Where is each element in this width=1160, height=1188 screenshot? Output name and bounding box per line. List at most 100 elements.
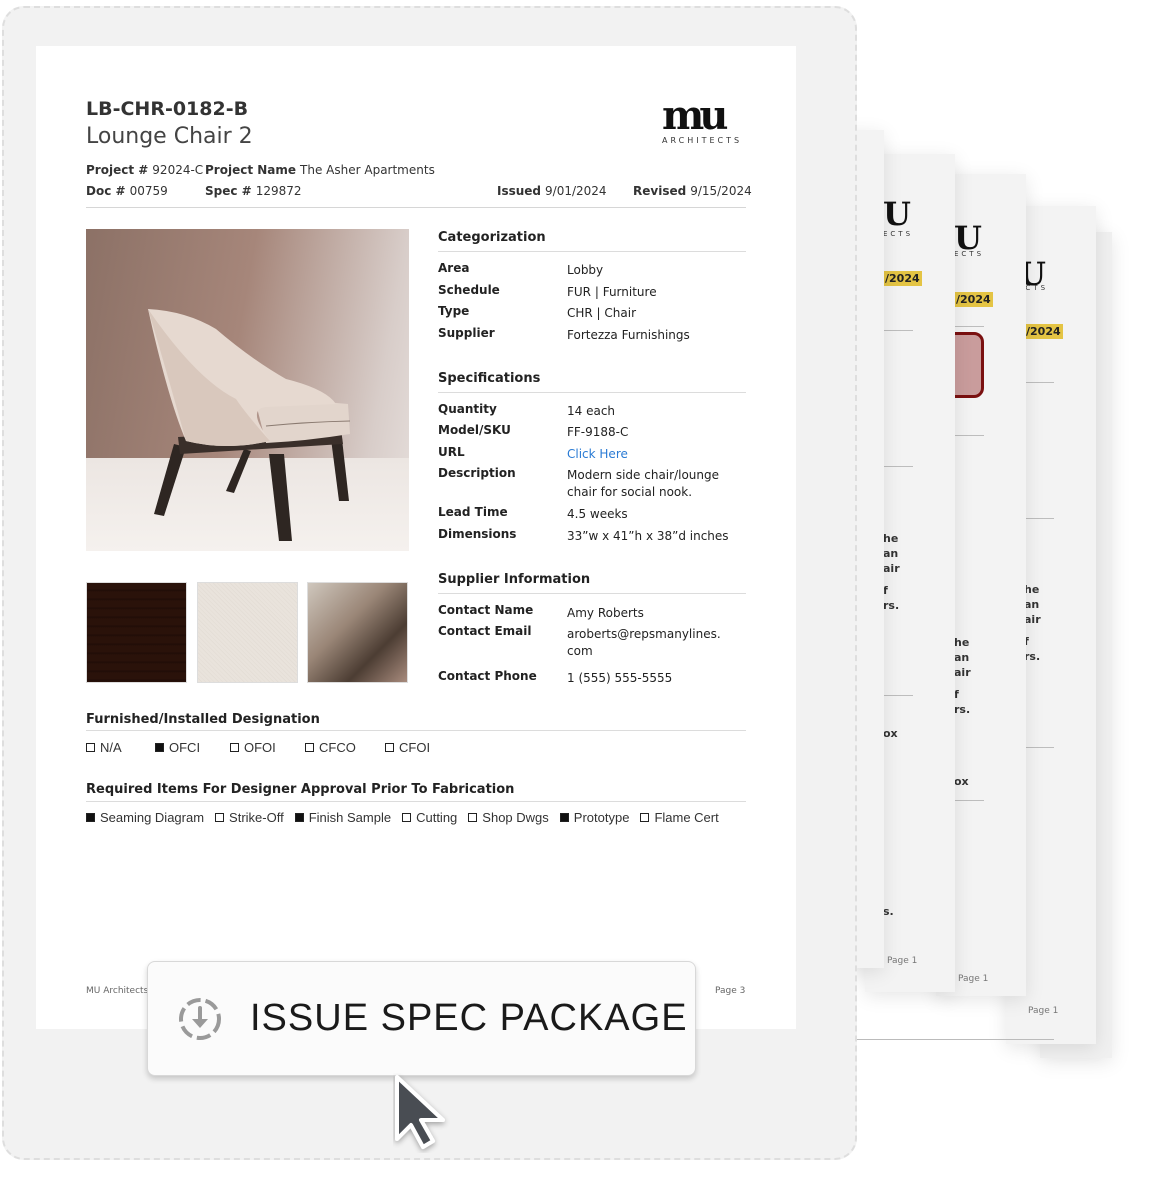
back-page-text: an [883,547,899,560]
checkbox-label: Shop Dwgs [482,810,549,825]
project-name-value: The Asher Apartments [300,163,435,177]
back-page-number: Page 1 [1028,1006,1059,1016]
divider [438,392,746,393]
section-categorization: Categorization [438,230,546,245]
doc-code: LB-CHR-0182-B [86,98,249,120]
back-page-text: he [954,636,970,649]
issued-label: Issued [497,184,542,198]
checkbox-box [468,813,478,822]
field-value: aroberts@repsmanylines.com [567,627,721,658]
issue-spec-package-button[interactable]: ISSUE SPEC PACKAGE [147,961,696,1076]
field-label: Schedule [438,283,500,297]
back-page-date: /2024 [954,292,993,307]
field-label: Supplier [438,326,495,340]
section-specifications: Specifications [438,371,541,386]
back-page-text: ox [954,775,969,788]
checkbox-label: CFCO [319,740,356,755]
back-page-text: an [954,651,970,664]
field-value: 1 (555) 555-5555 [567,671,673,685]
mouse-cursor-icon [395,1075,445,1149]
field-value: Fortezza Furnishings [567,328,690,342]
checkbox-box-checked [86,813,95,822]
field-value: FF-9188-C [567,425,629,439]
logo-mark: mu [662,92,728,139]
checkbox-label: Flame Cert [654,810,719,825]
checkbox-label: Cutting [416,810,458,825]
field-label: Quantity [438,402,497,416]
section-approval: Required Items For Designer Approval Pri… [86,782,515,797]
doc-number-label: Doc # [86,184,126,198]
checkbox-box-checked [155,743,164,752]
product-url-link[interactable]: Click Here [567,446,747,463]
checkbox-ofoi[interactable]: OFOI [230,740,305,755]
back-page-text: rs. [883,599,900,612]
back-page-number: Page 1 [887,956,918,966]
checkbox-label: Finish Sample [308,810,392,825]
checkbox-flame-cert[interactable]: Flame Cert [640,810,719,825]
issued-value: 9/01/2024 [545,184,607,198]
divider [86,801,746,802]
field-value: Lobby [567,263,604,277]
back-page-date: /2024 [1024,324,1063,339]
checkbox-label: CFOI [399,740,431,755]
back-page-text: s. [883,905,894,918]
doc-number-value: 00759 [129,184,168,198]
field-label: URL [438,445,465,459]
checkbox-na[interactable]: N/A [86,740,155,755]
revised-value: 9/15/2024 [690,184,752,198]
divider [438,251,746,252]
field-label: Contact Email [438,624,532,638]
footer-company: MU Architects [86,986,149,996]
checkbox-seaming-diagram[interactable]: Seaming Diagram [86,810,204,825]
spec-sheet: LB-CHR-0182-B Lounge Chair 2 Project #92… [36,46,796,1029]
checkbox-ofci[interactable]: OFCI [155,740,230,755]
checkbox-box-checked [559,813,569,822]
field-value: CHR | Chair [567,306,637,320]
back-page-logo-sub: ECTS [883,230,914,238]
back-page-number: Page 1 [958,974,989,984]
checkbox-cutting[interactable]: Cutting [402,810,457,825]
spec-number: Spec #129872 [205,184,302,198]
checkbox-box [640,813,650,822]
checkbox-prototype[interactable]: Prototype [559,810,629,825]
designation-options: N/A OFCI OFOI CFCO CFOI [86,740,430,755]
back-page-text: rs. [1024,650,1041,663]
company-logo: mu ARCHITECTS [662,92,748,146]
logo-subtitle: ARCHITECTS [662,136,743,145]
swatch-pillow-vignette[interactable] [307,582,408,683]
back-page-text: ox [883,727,898,740]
spec-number-value: 129872 [255,184,302,198]
checkbox-label: Seaming Diagram [100,810,205,825]
checkbox-cfco[interactable]: CFCO [305,740,385,755]
swatch-dark-wood[interactable] [86,582,187,683]
checkbox-box [215,813,225,822]
checkbox-box-checked [294,813,304,822]
back-page-date: /2024 [883,271,922,286]
spec-number-label: Spec # [205,184,252,198]
checkbox-box [86,743,95,752]
back-page-text: air [1024,613,1041,626]
project-number: Project #92024-C [86,163,203,177]
swatch-linen-fabric[interactable] [197,582,298,683]
back-page-text: rs. [954,703,971,716]
project-name-label: Project Name [205,163,297,177]
field-label: Lead Time [438,505,508,519]
field-label: Model/SKU [438,423,511,437]
field-label: Contact Phone [438,669,537,683]
back-page-logo-sub: ECTS [954,250,985,258]
back-page-text: air [883,562,900,575]
field-value: Amy Roberts [567,606,644,620]
footer-page-number: Page 3 [715,986,746,996]
checkbox-strike-off[interactable]: Strike-Off [215,810,284,825]
section-supplier-information: Supplier Information [438,572,591,587]
field-label: Area [438,261,470,275]
back-page-text: he [883,532,899,545]
back-page-text: he [1024,583,1040,596]
field-value: Modern side chair/lounge chair for socia… [567,468,719,499]
checkbox-cfoi[interactable]: CFOI [385,740,430,755]
doc-number: Doc #00759 [86,184,168,198]
product-image [86,229,409,551]
checkbox-shop-dwgs[interactable]: Shop Dwgs [468,810,549,825]
checkbox-finish-sample[interactable]: Finish Sample [294,810,392,825]
divider [438,593,746,594]
